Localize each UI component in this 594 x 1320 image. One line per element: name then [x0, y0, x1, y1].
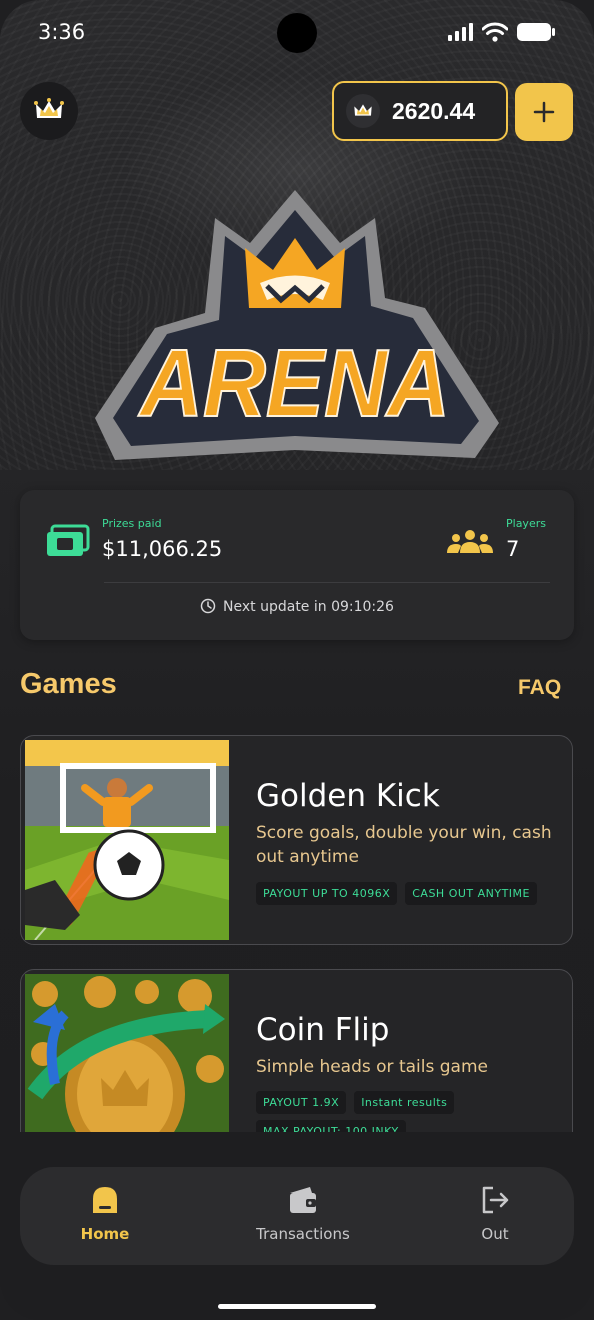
status-bar: 3:36 [0, 0, 594, 66]
camera-notch [277, 13, 317, 53]
game-tag: PAYOUT UP TO 4096X [256, 882, 398, 905]
balance-display[interactable]: 2620.44 [332, 81, 508, 141]
add-funds-button[interactable] [515, 83, 573, 141]
game-description: Simple heads or tails game [256, 1057, 488, 1077]
plus-icon [533, 101, 555, 123]
coin-flip-thumbnail [25, 974, 229, 1132]
nav-label: Transactions [256, 1225, 350, 1243]
stats-card: Prizes paid $11,066.25 Players 7 Next up… [20, 490, 574, 640]
next-update-text: Next update in 09:10:26 [223, 599, 394, 615]
status-icons [448, 22, 556, 42]
game-tag: PAYOUT 1.9X [256, 1091, 347, 1114]
prizes-value: $11,066.25 [102, 537, 223, 561]
games-heading: Games [20, 668, 117, 700]
faq-link[interactable]: FAQ [518, 676, 561, 700]
players-icon [447, 530, 493, 553]
game-tags: PAYOUT UP TO 4096X CASH OUT ANYTIME [256, 882, 556, 905]
golden-kick-thumbnail [25, 740, 229, 940]
game-title: Golden Kick [256, 778, 440, 814]
game-card-golden-kick[interactable]: Golden Kick Score goals, double your win… [20, 735, 573, 945]
home-indicator [218, 1304, 376, 1309]
logout-icon [482, 1186, 509, 1214]
bottom-nav: Home Transactions Out [20, 1167, 574, 1265]
prizes-label: Prizes paid [102, 517, 162, 530]
wifi-icon [482, 22, 508, 42]
cash-icon [47, 524, 90, 556]
game-tags: PAYOUT 1.9X Instant results MAX PAYOUT: … [256, 1091, 556, 1132]
arena-logo-text: ARENA [138, 330, 450, 437]
home-icon [93, 1187, 117, 1213]
crown-logo-icon [34, 98, 64, 118]
game-tag: CASH OUT ANYTIME [405, 882, 537, 905]
nav-item-transactions[interactable]: Transactions [243, 1185, 363, 1243]
nav-label: Out [481, 1225, 509, 1243]
status-time: 3:36 [38, 20, 86, 44]
nav-item-out[interactable]: Out [435, 1185, 555, 1243]
game-tag: Instant results [354, 1091, 455, 1114]
game-tag: MAX PAYOUT: 100 INKY [256, 1120, 406, 1132]
game-card-coin-flip[interactable]: Coin Flip Simple heads or tails game PAY… [20, 969, 573, 1132]
clock-icon [200, 598, 216, 614]
balance-amount: 2620.44 [392, 97, 476, 124]
games-list[interactable]: Golden Kick Score goals, double your win… [0, 730, 594, 1132]
game-title: Coin Flip [256, 1012, 390, 1048]
arena-logo: ARENA [95, 190, 499, 460]
next-update: Next update in 09:10:26 [20, 598, 574, 615]
app-logo-button[interactable] [20, 82, 78, 140]
coin-icon [346, 94, 380, 128]
signal-icon [448, 23, 473, 41]
stats-divider [104, 582, 550, 583]
nav-item-home[interactable]: Home [45, 1185, 165, 1243]
players-value: 7 [506, 537, 520, 561]
battery-icon [517, 23, 555, 41]
wallet-icon [290, 1187, 316, 1213]
app-screen: 3:36 2620.44 ARENA Prizes paid $11,066.2… [0, 0, 594, 1320]
nav-label: Home [80, 1225, 130, 1243]
game-description: Score goals, double your win, cash out a… [256, 823, 552, 867]
players-label: Players [506, 517, 546, 530]
